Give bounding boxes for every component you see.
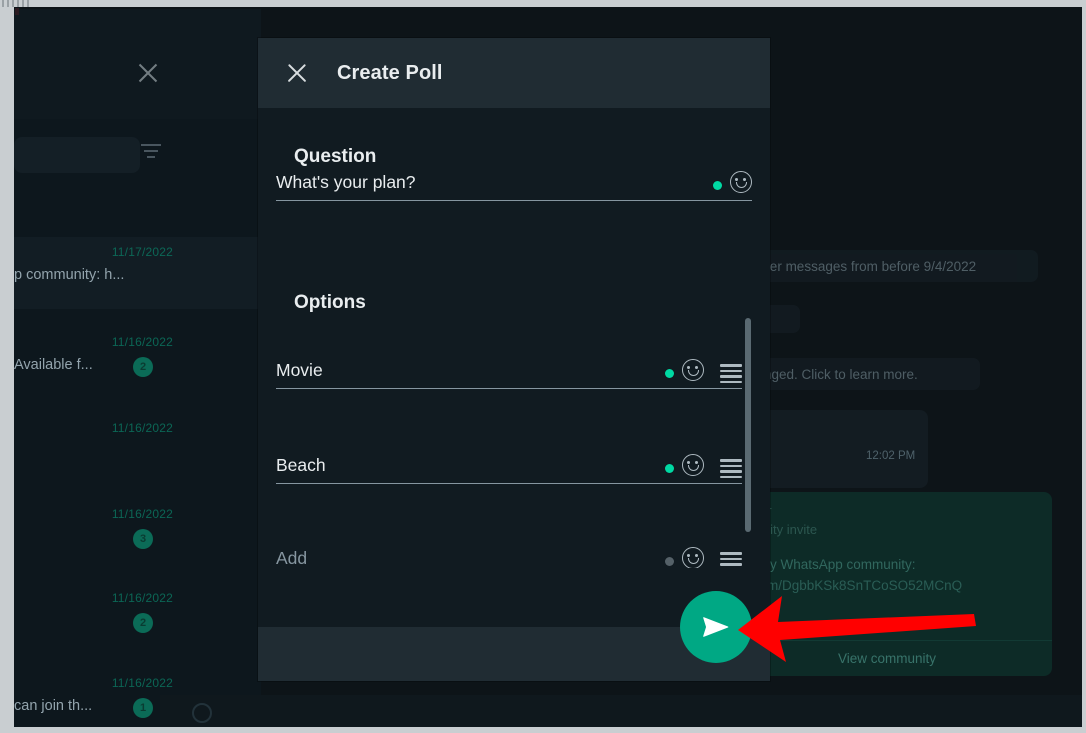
question-input[interactable]: What's your plan? <box>276 170 752 201</box>
filter-icon[interactable] <box>141 144 161 160</box>
community-invite-bubble: nwiser mmunity invite join my WhatsApp c… <box>722 492 1052 676</box>
chat-date: 11/16/2022 <box>111 591 173 605</box>
chat-snippet: p community: h... <box>14 267 125 283</box>
option-input-1[interactable]: Beach <box>276 453 742 484</box>
unread-badge: 3 <box>133 529 153 549</box>
invite-title: nwiser <box>734 502 1040 520</box>
composer-emoji-icon[interactable] <box>192 703 212 723</box>
unread-badge: 2 <box>133 613 153 633</box>
search-input[interactable] <box>14 137 140 173</box>
drag-handle-icon[interactable] <box>720 459 742 479</box>
chat-snippet: Available f... <box>14 357 93 373</box>
window-chrome-dots <box>2 0 30 7</box>
option-value: Movie <box>276 360 323 380</box>
window-chrome-right <box>1082 0 1086 733</box>
status-dot <box>665 557 674 566</box>
background-sidebar: 11/17/2022 p community: h... 11/16/2022 … <box>14 9 261 727</box>
window-chrome-mark <box>15 8 19 15</box>
window-chrome-bottom <box>0 727 1086 733</box>
send-button[interactable] <box>680 591 752 663</box>
screenshot-root: 11/17/2022 p community: h... 11/16/2022 … <box>0 0 1086 733</box>
option-input-0[interactable]: Movie <box>276 358 742 389</box>
status-dot <box>665 369 674 378</box>
invite-link[interactable]: pp.com/DgbbKSk8SnTCoSO52MCnQ <box>734 575 1040 596</box>
option-value: Beach <box>276 455 326 475</box>
invite-subtitle: mmunity invite <box>734 522 818 537</box>
page-title: Create Poll <box>337 61 443 84</box>
list-item[interactable]: 11/16/2022 2 <box>14 583 261 655</box>
chat-date: 11/16/2022 <box>111 676 173 690</box>
emoji-icon[interactable] <box>682 359 704 381</box>
drag-handle-icon[interactable] <box>720 552 742 568</box>
option-input-2[interactable]: Add <box>276 546 742 568</box>
window-chrome-left <box>0 0 14 733</box>
close-icon[interactable] <box>284 60 310 86</box>
drag-handle-icon[interactable] <box>720 364 742 384</box>
list-item[interactable]: 11/16/2022 <box>14 413 261 485</box>
question-value: What's your plan? <box>276 172 416 192</box>
status-dot <box>665 464 674 473</box>
view-community-button[interactable]: View community <box>722 640 1052 676</box>
emoji-icon[interactable] <box>730 171 752 193</box>
chat-date: 11/16/2022 <box>111 335 173 349</box>
send-icon <box>703 617 729 637</box>
emoji-icon[interactable] <box>682 454 704 476</box>
option-value: Add <box>276 548 308 568</box>
dialog-header: Create Poll <box>258 38 770 108</box>
message-time: 12:02 PM <box>866 450 916 462</box>
sidebar-close-icon[interactable] <box>134 59 162 87</box>
message-bubble <box>760 410 928 488</box>
chat-date: 11/17/2022 <box>111 245 173 259</box>
list-item[interactable]: 11/16/2022 Available f... 2 <box>14 327 261 399</box>
window-chrome-top <box>0 0 1086 7</box>
unread-badge: 1 <box>133 698 153 718</box>
status-dot <box>713 181 722 190</box>
list-item[interactable]: 11/17/2022 p community: h... <box>14 237 261 309</box>
chat-snippet: can join th... <box>14 698 93 714</box>
unread-badge: 2 <box>133 357 153 377</box>
chat-date: 11/16/2022 <box>111 507 173 521</box>
list-item[interactable]: 11/16/2022 3 <box>14 499 261 571</box>
emoji-icon[interactable] <box>682 547 704 568</box>
invite-body: join my WhatsApp community: <box>734 557 916 572</box>
chat-date: 11/16/2022 <box>111 421 173 435</box>
